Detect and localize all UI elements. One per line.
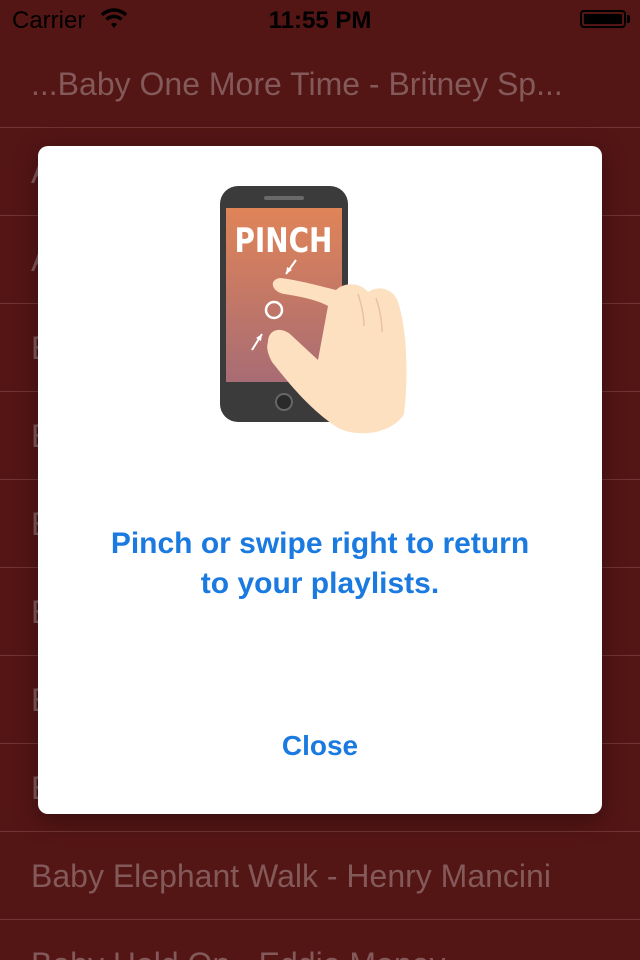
message-line-2: to your playlists.: [200, 567, 440, 600]
message-line-1: Pinch or swipe right to return: [110, 527, 530, 560]
pinch-caption: PINCH: [234, 221, 332, 260]
pinch-gesture-illustration: PINCH: [220, 186, 407, 434]
close-button[interactable]: Close: [38, 724, 602, 768]
pinch-tutorial-dialog: PINCH Pinch or swipe right to return to …: [38, 146, 602, 814]
tutorial-message: Pinch or swipe right to return to your p…: [68, 524, 572, 604]
